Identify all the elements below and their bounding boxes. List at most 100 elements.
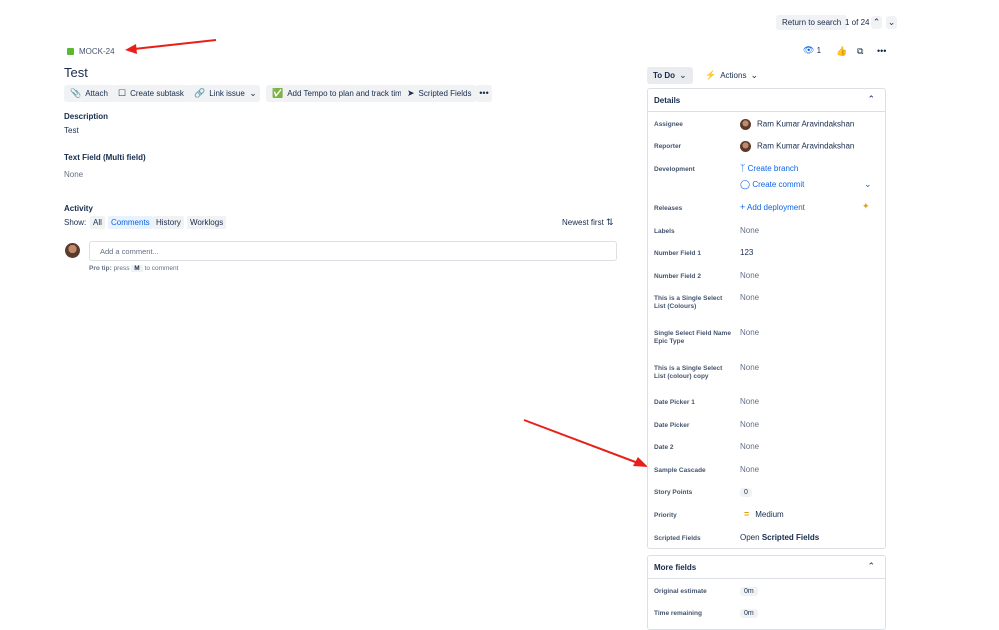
time-remaining-label: Time remaining xyxy=(654,610,702,617)
paperclip-icon: 📎 xyxy=(70,88,82,98)
sort-order-button[interactable]: Newest first ⇅ xyxy=(562,218,614,228)
activity-tab-worklogs[interactable]: Worklogs xyxy=(187,216,227,229)
date-2-label: Date 2 xyxy=(654,444,674,451)
single-select-epic-type-value[interactable]: None xyxy=(740,328,759,337)
status-label: To Do xyxy=(653,71,676,80)
time-remaining-value[interactable]: 0m xyxy=(740,608,758,618)
current-user-avatar xyxy=(65,243,80,258)
create-commit-link[interactable]: ◯ Create commit xyxy=(740,179,805,190)
more-actions-button[interactable]: ••• xyxy=(476,85,492,102)
original-estimate-pill: 0m xyxy=(740,587,758,596)
eye-icon: 👁 xyxy=(803,45,815,55)
single-select-copy-value[interactable]: None xyxy=(740,363,759,372)
actions-button[interactable]: ⚡ Actions ⌄ xyxy=(699,67,764,84)
create-commit-label: Create commit xyxy=(752,180,805,189)
scripted-fields-open: Open xyxy=(740,533,760,542)
sample-cascade-value[interactable]: None xyxy=(740,465,759,474)
development-label: Development xyxy=(654,166,695,173)
issue-key-link[interactable]: MOCK-24 xyxy=(79,47,115,56)
sparkle-icon[interactable]: ✦ xyxy=(862,202,870,211)
watch-button[interactable]: 👁 1 xyxy=(803,45,821,56)
reporter-label: Reporter xyxy=(654,143,682,150)
more-fields-header[interactable]: More fields ⌃ xyxy=(648,556,885,579)
activity-tab-history[interactable]: History xyxy=(153,216,184,229)
assignee-name: Ram Kumar Aravindakshan xyxy=(757,119,855,129)
single-select-colours-value[interactable]: None xyxy=(740,293,759,302)
text-field-heading: Text Field (Multi field) xyxy=(64,153,146,162)
avatar xyxy=(740,141,751,152)
time-remaining-pill: 0m xyxy=(740,609,758,618)
link-icon: 🔗 xyxy=(194,88,206,98)
pro-tip-label: Pro tip: xyxy=(89,265,112,272)
chevron-down-icon[interactable]: ⌄ xyxy=(864,180,872,189)
share-icon[interactable]: ⧉ xyxy=(857,47,863,56)
attach-button[interactable]: 📎 Attach xyxy=(64,85,114,102)
annotation-arrow-bottom xyxy=(523,419,648,467)
link-issue-dropdown[interactable]: ⌄ xyxy=(246,85,260,102)
scripted-fields-button[interactable]: ➤ Scripted Fields xyxy=(401,85,478,102)
subtask-icon: ☐ xyxy=(118,88,127,98)
number-field-2-value[interactable]: None xyxy=(740,271,759,280)
tempo-label: Add Tempo to plan and track time xyxy=(287,89,407,98)
reporter-name: Ram Kumar Aravindakshan xyxy=(757,141,855,151)
link-issue-button[interactable]: 🔗 Link issue xyxy=(188,85,251,102)
scripted-fields-label: Scripted Fields xyxy=(654,535,701,542)
number-field-1-value[interactable]: 123 xyxy=(740,248,753,257)
original-estimate-value[interactable]: 0m xyxy=(740,586,758,596)
tempo-button[interactable]: ✅ Add Tempo to plan and track time xyxy=(266,85,413,102)
single-select-copy-label: This is a Single Select List (colour) co… xyxy=(654,365,723,380)
avatar xyxy=(740,119,751,130)
story-points-value[interactable]: 0 xyxy=(740,487,752,497)
date-picker-value[interactable]: None xyxy=(740,420,759,429)
description-text[interactable]: Test xyxy=(64,126,79,135)
comment-input[interactable]: Add a comment... xyxy=(89,241,617,261)
branch-icon: ᛉ xyxy=(740,163,746,173)
issue-title[interactable]: Test xyxy=(64,65,88,80)
description-heading: Description xyxy=(64,112,109,121)
chevron-down-icon: ⌄ xyxy=(679,70,687,80)
reporter-value[interactable]: Ram Kumar Aravindakshan xyxy=(740,141,854,152)
commit-icon: ◯ xyxy=(740,179,751,189)
details-header[interactable]: Details ⌃ xyxy=(648,89,885,112)
assignee-value[interactable]: Ram Kumar Aravindakshan xyxy=(740,119,854,130)
chevron-down-icon: ⌄ xyxy=(249,88,257,98)
pro-tip-key: M xyxy=(131,265,143,272)
status-button[interactable]: To Do ⌄ xyxy=(647,67,693,84)
activity-tab-comments[interactable]: Comments xyxy=(108,216,153,229)
labels-value[interactable]: None xyxy=(740,226,759,235)
number-field-1-label: Number Field 1 xyxy=(654,250,701,257)
add-deployment-label: Add deployment xyxy=(747,203,805,212)
activity-show-label: Show: xyxy=(64,218,87,227)
annotation-arrow-top xyxy=(125,39,217,54)
more-fields-title: More fields xyxy=(654,563,697,572)
previous-issue-button[interactable]: ⌃ xyxy=(871,16,882,29)
details-panel: Details ⌃ Assignee Ram Kumar Aravindaksh… xyxy=(647,88,886,549)
number-field-2-label: Number Field 2 xyxy=(654,273,701,280)
date-picker-label: Date Picker xyxy=(654,422,690,429)
pro-tip-press: press xyxy=(113,265,130,272)
scripted-fields-value[interactable]: Open Scripted Fields xyxy=(740,533,819,542)
add-deployment-link[interactable]: + Add deployment xyxy=(740,203,805,213)
create-branch-link[interactable]: ᛉ Create branch xyxy=(740,163,798,174)
priority-label: Priority xyxy=(654,512,677,519)
next-issue-button[interactable]: ⌄ xyxy=(886,16,897,29)
more-icon: ••• xyxy=(479,88,489,98)
more-fields-panel: More fields ⌃ Original estimate 0m Time … xyxy=(647,555,886,630)
lightning-icon: ⚡ xyxy=(705,70,717,80)
scripted-fields-icon: ➤ xyxy=(407,88,415,98)
more-icon[interactable]: ••• xyxy=(877,47,886,56)
create-subtask-button[interactable]: ☐ Create subtask xyxy=(112,85,190,102)
text-field-value[interactable]: None xyxy=(64,170,83,179)
activity-tab-all[interactable]: All xyxy=(90,216,105,229)
priority-value[interactable]: = Medium xyxy=(740,510,784,520)
story-points-label: Story Points xyxy=(654,489,693,496)
scripted-fields-label: Scripted Fields xyxy=(418,89,472,98)
return-to-search-label: Return to search xyxy=(782,18,842,27)
date-2-value[interactable]: None xyxy=(740,442,759,451)
date-picker-1-value[interactable]: None xyxy=(740,397,759,406)
chevron-up-icon: ⌃ xyxy=(867,94,875,104)
releases-label: Releases xyxy=(654,205,683,212)
thumbs-up-icon[interactable]: 👍 xyxy=(836,47,847,56)
return-to-search-button[interactable]: Return to search xyxy=(776,15,848,30)
sample-cascade-label: Sample Cascade xyxy=(654,467,706,474)
